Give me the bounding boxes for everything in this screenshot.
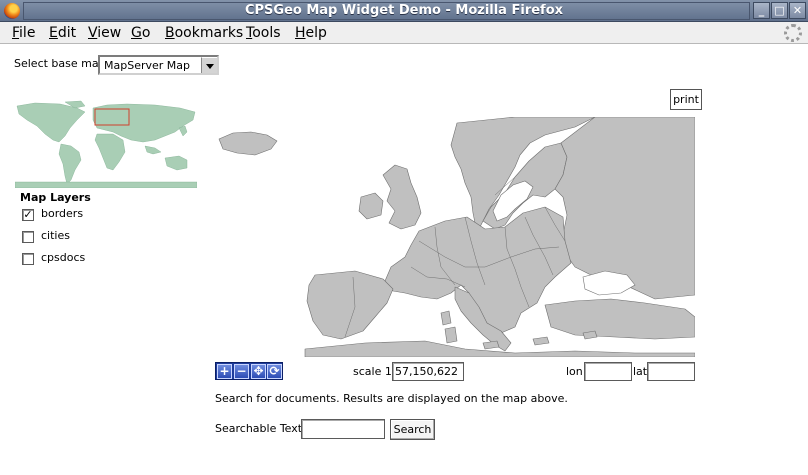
- search-label: Searchable Text:: [215, 422, 306, 435]
- layer-borders-label: borders: [41, 207, 84, 220]
- basemap-label: Select base map: [14, 57, 106, 70]
- basemap-select[interactable]: MapServer Map: [98, 55, 219, 75]
- lon-input[interactable]: [584, 362, 632, 381]
- search-button[interactable]: Search: [390, 419, 435, 440]
- basemap-selected-value: MapServer Map: [104, 59, 190, 72]
- zoom-in-icon[interactable]: +: [217, 364, 232, 379]
- print-button[interactable]: print: [670, 89, 702, 110]
- throbber-icon: [784, 24, 802, 42]
- menu-help[interactable]: Help: [295, 25, 327, 41]
- search-instructions: Search for documents. Results are displa…: [215, 392, 568, 405]
- window-titlebar[interactable]: CPSGeo Map Widget Demo - Mozilla Firefox…: [0, 0, 808, 22]
- scale-label: scale 1:: [353, 365, 396, 378]
- maximize-button[interactable]: □: [771, 2, 788, 19]
- window-title: CPSGeo Map Widget Demo - Mozilla Firefox: [244, 3, 564, 18]
- full-extent-icon[interactable]: ⟳: [267, 364, 282, 379]
- layer-cities-label: cities: [41, 229, 70, 242]
- main-map[interactable]: [215, 117, 695, 357]
- europe-map-graphic: [218, 117, 695, 357]
- map-layers-title: Map Layers: [20, 191, 91, 204]
- menu-bar: File Edit View Go Bookmarks Tools Help: [0, 22, 808, 44]
- layer-cpsdocs-checkbox[interactable]: [22, 253, 34, 265]
- menu-tools[interactable]: Tools: [246, 25, 281, 41]
- zoom-out-icon[interactable]: −: [234, 364, 249, 379]
- layer-cities-checkbox[interactable]: [22, 231, 34, 243]
- search-input[interactable]: [301, 419, 385, 439]
- menu-file[interactable]: File: [12, 25, 35, 41]
- overview-map[interactable]: [15, 100, 197, 188]
- lat-input[interactable]: [647, 362, 695, 381]
- menu-bookmarks[interactable]: Bookmarks: [165, 25, 243, 41]
- pan-icon[interactable]: ✥: [251, 364, 266, 379]
- close-button[interactable]: ✕: [789, 2, 806, 19]
- layer-cpsdocs-label: cpsdocs: [41, 251, 86, 264]
- minimize-button[interactable]: _: [753, 2, 770, 19]
- scale-input[interactable]: 57,150,622: [392, 362, 464, 381]
- dropdown-arrow-icon[interactable]: [201, 57, 217, 73]
- overview-map-graphic: [15, 100, 197, 188]
- menu-view[interactable]: View: [88, 25, 121, 41]
- layer-borders-checkbox[interactable]: ✓: [22, 209, 34, 221]
- page-content: Select base map MapServer Map Map Layers…: [0, 45, 808, 475]
- map-nav-toolbar: + − ✥ ⟳: [215, 362, 283, 380]
- menu-edit[interactable]: Edit: [49, 25, 76, 41]
- menu-go[interactable]: Go: [131, 25, 150, 41]
